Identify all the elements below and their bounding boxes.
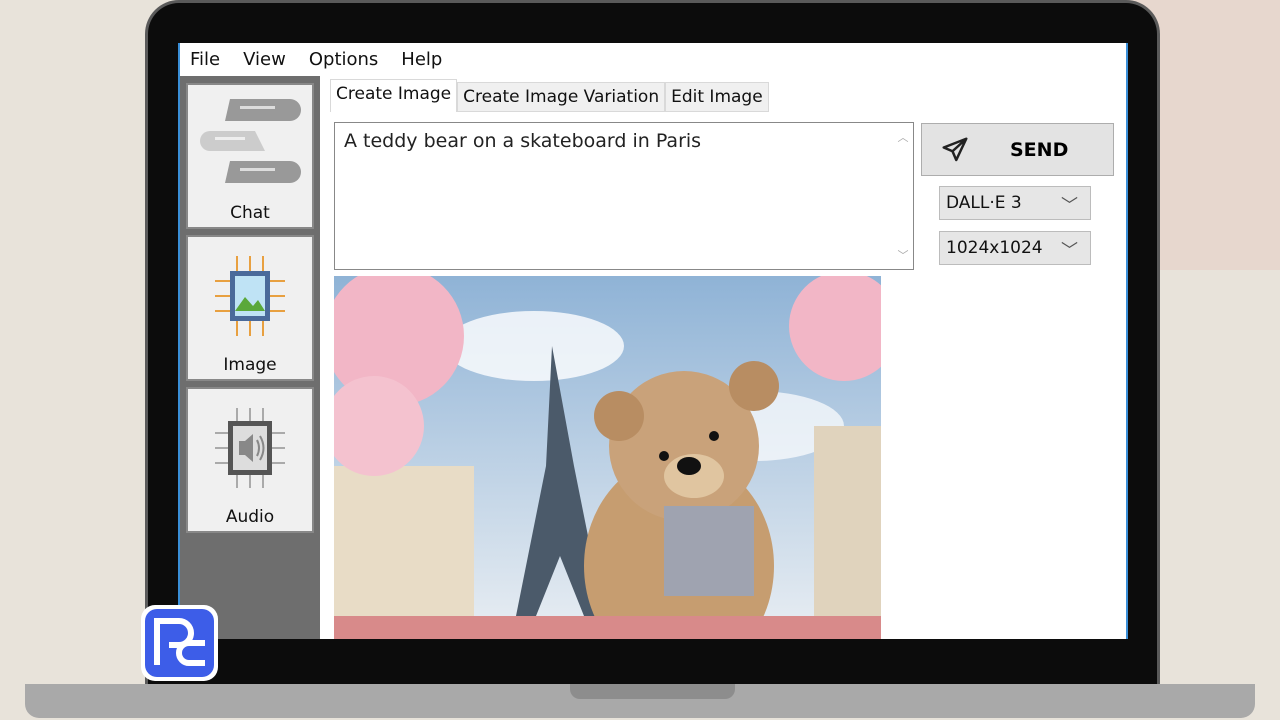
menu-help[interactable]: Help <box>401 49 442 70</box>
laptop-notch <box>570 684 735 699</box>
menu-options[interactable]: Options <box>309 49 378 70</box>
sidebar-item-label: Chat <box>230 203 270 223</box>
size-select[interactable]: 1024x1024 ﹀ <box>939 231 1091 265</box>
app-window: File View Options Help Chat Image Audio … <box>178 43 1128 639</box>
brand-logo <box>141 605 218 681</box>
model-select[interactable]: DALL·E 3 ﹀ <box>939 186 1091 220</box>
sidebar-item-label: Audio <box>225 507 275 527</box>
sidebar-item-chat[interactable]: Chat <box>186 83 314 229</box>
chevron-down-icon: ﹀ <box>1061 241 1078 261</box>
tab-create-image[interactable]: Create Image <box>330 79 458 112</box>
prompt-input[interactable]: A teddy bear on a skateboard in Paris ︿ ﹀ <box>334 122 914 270</box>
send-icon <box>942 137 968 161</box>
tab-bar: Create Image Create Image Variation Edit… <box>330 79 769 112</box>
menu-file[interactable]: File <box>190 49 220 70</box>
model-value: DALL·E 3 <box>946 193 1022 213</box>
chevron-down-icon: ﹀ <box>1061 196 1078 216</box>
generated-image <box>334 276 881 639</box>
tab-create-image-variation[interactable]: Create Image Variation <box>457 82 666 112</box>
tab-edit-image[interactable]: Edit Image <box>665 82 769 112</box>
send-label: SEND <box>1010 138 1069 161</box>
sidebar-item-audio[interactable]: Audio <box>186 387 314 533</box>
prompt-text: A teddy bear on a skateboard in Paris <box>344 130 702 152</box>
speaker-chip-icon <box>215 408 285 488</box>
size-value: 1024x1024 <box>946 238 1043 258</box>
image-chip-icon <box>215 256 285 336</box>
sidebar-item-image[interactable]: Image <box>186 235 314 381</box>
sidebar: Chat Image Audio <box>180 76 320 639</box>
scrollbar[interactable]: ︿ ﹀ <box>893 123 913 269</box>
chat-bubbles-icon <box>200 99 301 183</box>
menu-view[interactable]: View <box>243 49 286 70</box>
menu-bar: File View Options Help <box>180 43 1126 76</box>
send-button[interactable]: SEND <box>921 123 1114 176</box>
sidebar-item-label: Image <box>223 355 277 375</box>
